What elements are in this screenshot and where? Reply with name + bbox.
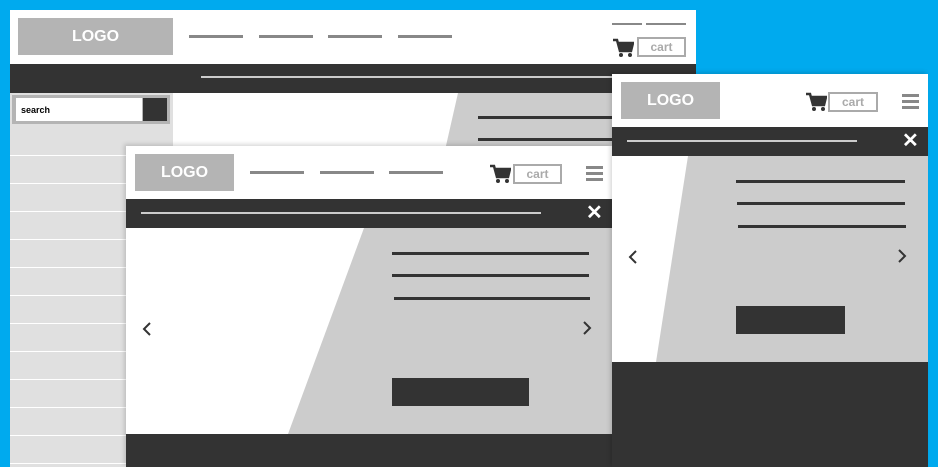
chevron-left-icon[interactable] (142, 322, 152, 336)
chevron-left-icon[interactable] (628, 250, 638, 264)
footer (612, 362, 928, 467)
nav-link-4[interactable] (398, 35, 452, 38)
logo[interactable]: LOGO (18, 18, 173, 55)
navigation-bar: ✕ (612, 127, 928, 156)
hero-heading-line (478, 116, 618, 119)
nav-link-1[interactable] (189, 35, 243, 38)
nav-bar-line (141, 212, 541, 214)
nav-link-1[interactable] (250, 171, 304, 174)
hero-heading-line (392, 252, 589, 255)
chevron-right-icon[interactable] (897, 249, 907, 263)
mobile-wireframe: LOGO cart ✕ (612, 74, 928, 467)
hero-cta-button[interactable] (736, 306, 845, 334)
menu-icon[interactable] (902, 94, 919, 109)
footer (126, 434, 612, 467)
cart-icon[interactable] (805, 92, 827, 112)
chevron-right-icon[interactable] (582, 321, 592, 335)
hero-text-line (394, 297, 590, 300)
logo[interactable]: LOGO (621, 82, 720, 119)
logo[interactable]: LOGO (135, 154, 234, 191)
cart-icon[interactable] (489, 164, 511, 184)
hero-text-line (738, 225, 906, 228)
close-icon[interactable]: ✕ (586, 203, 603, 223)
cart-button[interactable]: cart (828, 92, 878, 112)
hero-subheading-line (392, 274, 589, 277)
tablet-wireframe: LOGO cart ✕ (126, 146, 612, 467)
search-box: search (12, 95, 170, 124)
nav-bar-line (201, 76, 621, 78)
hero-subheading-line (478, 138, 618, 141)
navigation-bar (10, 64, 696, 93)
close-icon[interactable]: ✕ (902, 131, 919, 151)
nav-link-2[interactable] (320, 171, 374, 174)
nav-link-3[interactable] (328, 35, 382, 38)
menu-icon[interactable] (586, 166, 603, 181)
login-link[interactable] (646, 23, 686, 25)
hero-subheading-line (737, 202, 905, 205)
nav-link-3[interactable] (389, 171, 443, 174)
navigation-bar: ✕ (126, 199, 612, 228)
account-link[interactable] (612, 23, 642, 25)
search-button[interactable] (143, 98, 167, 121)
nav-bar-line (627, 140, 857, 142)
search-input[interactable]: search (16, 98, 142, 121)
cart-icon[interactable] (612, 38, 634, 58)
cart-button[interactable]: cart (513, 164, 562, 184)
hero-heading-line (736, 180, 905, 183)
search-placeholder: search (21, 104, 51, 115)
nav-link-2[interactable] (259, 35, 313, 38)
hero-cta-button[interactable] (392, 378, 529, 406)
cart-button[interactable]: cart (637, 37, 686, 57)
hero-background (126, 228, 612, 434)
